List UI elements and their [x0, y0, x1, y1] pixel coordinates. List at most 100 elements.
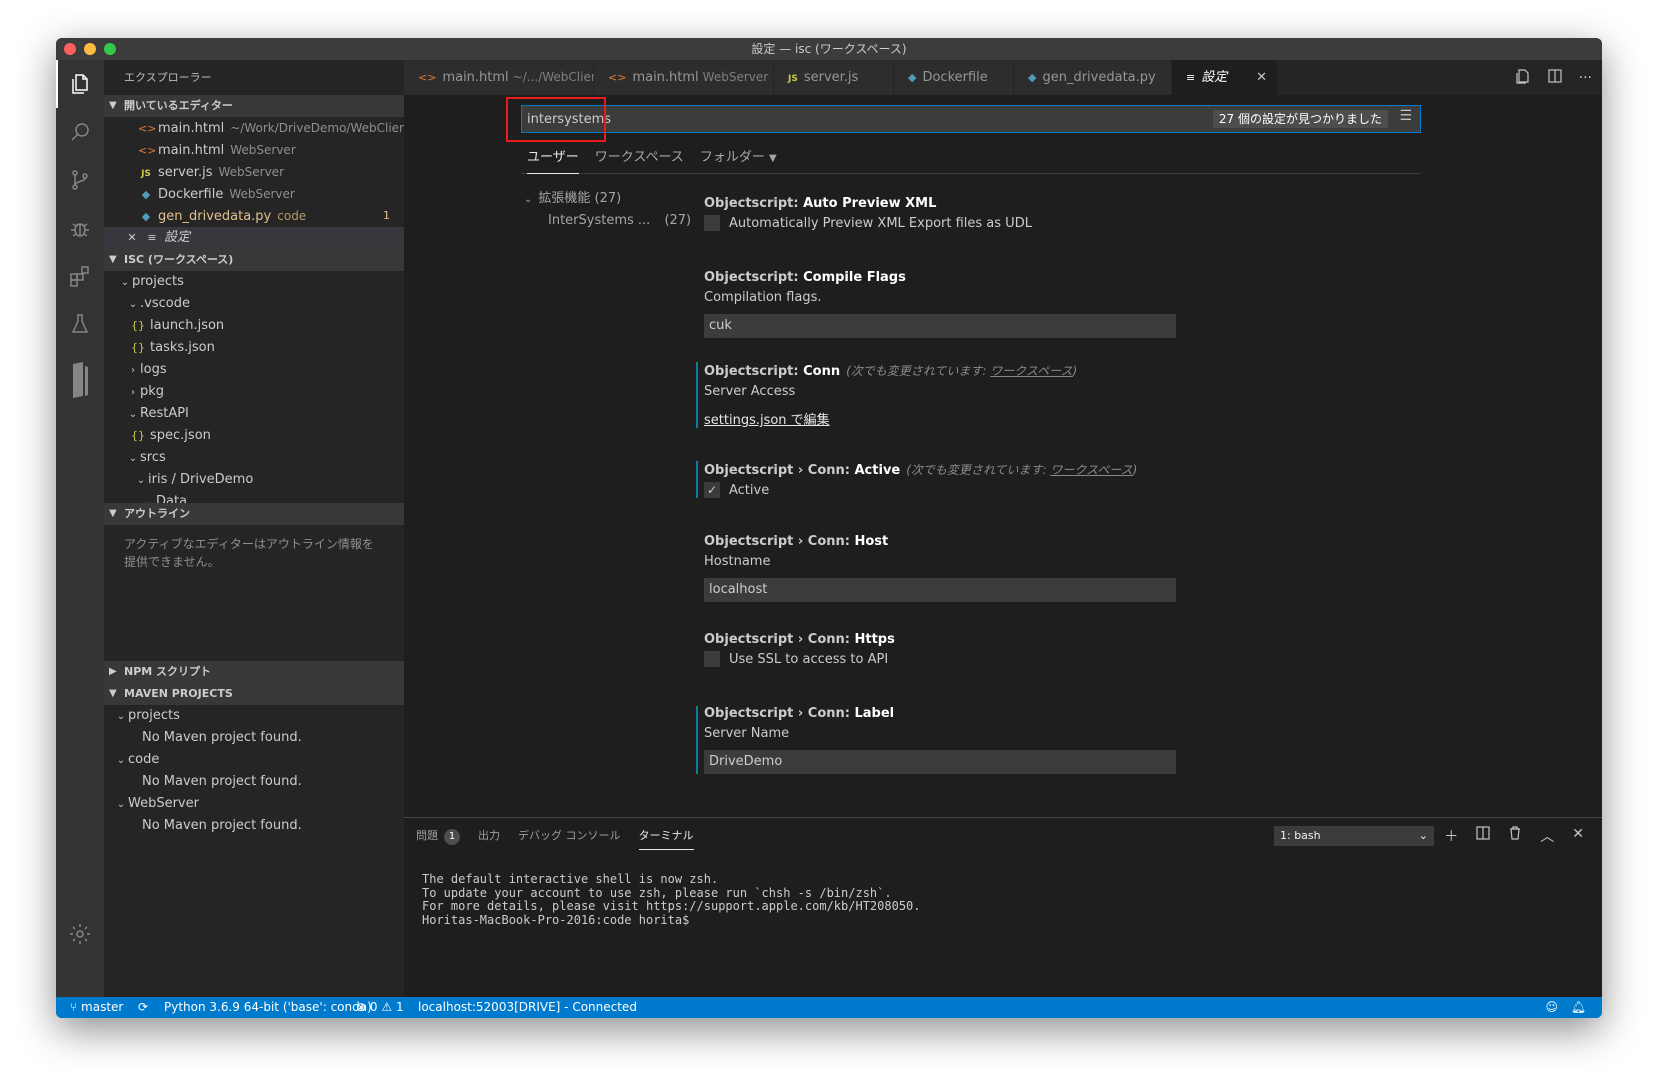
error-count: 0 — [369, 1000, 378, 1014]
setting-text-input[interactable]: cuk — [704, 314, 1176, 338]
workspace-header[interactable]: ▼ ISC (ワークスペース) — [104, 249, 404, 271]
maximize-window-button[interactable] — [104, 43, 116, 55]
setting-text-input[interactable]: DriveDemo — [704, 750, 1176, 774]
objectscript-connection[interactable]: localhost:52003[DRIVE] - Connected — [418, 997, 637, 1018]
tree-folder[interactable]: ⌄ .vscode — [104, 293, 404, 315]
open-editor-item[interactable]: <> main.html ~/Work/DriveDemo/WebClient — [104, 117, 404, 139]
tree-file[interactable]: {} tasks.json — [104, 337, 404, 359]
open-settings-json-icon[interactable] — [1515, 68, 1531, 88]
filter-icon[interactable]: ☰ — [1399, 108, 1412, 124]
scope-tab-user[interactable]: ユーザー — [527, 144, 579, 174]
objectscript-icon[interactable] — [56, 350, 104, 410]
setting-text-input[interactable]: localhost — [704, 578, 1176, 602]
tab-desc: ~/.../WebClient — [512, 70, 604, 84]
tree-folder[interactable]: ⌄ projects — [104, 271, 404, 293]
maven-message: No Maven project found. — [142, 818, 302, 833]
tree-folder[interactable]: ⌄ RestAPI — [104, 403, 404, 425]
setting-name: Label — [854, 706, 895, 721]
terminal-output[interactable]: The default interactive shell is now zsh… — [422, 872, 921, 927]
tree-folder[interactable]: › logs — [104, 359, 404, 381]
setting-name: Https — [854, 632, 895, 647]
setting-name: Compile Flags — [803, 270, 906, 285]
extensions-icon[interactable] — [56, 252, 104, 300]
setting-category: Objectscript: — [704, 364, 804, 379]
scope-tab-folder[interactable]: フォルダー ▼ — [700, 144, 777, 174]
notifications-bell-icon[interactable]: 🔔︎ — [1571, 997, 1586, 1018]
tree-folder[interactable]: › pkg — [104, 381, 404, 403]
tree-file[interactable]: {} spec.json — [104, 425, 404, 447]
toc-item-extensions[interactable]: ⌄ 拡張機能 (27) — [524, 188, 694, 210]
panel-tab-terminal[interactable]: ターミナル — [638, 822, 694, 850]
setting-title: Objectscript › Conn: Host — [704, 534, 1184, 549]
docker-icon: ◆ — [141, 188, 151, 201]
setting-description: Server Name — [704, 726, 790, 741]
file-desc: WebServer — [229, 187, 295, 201]
open-editor-item-active[interactable]: ✕ ≡ 設定 — [104, 227, 404, 249]
modified-text: (次でも変更されています: — [846, 364, 991, 378]
sync-icon[interactable]: ⟳ — [138, 997, 148, 1018]
test-icon[interactable] — [56, 300, 104, 348]
edit-in-settings-json-link[interactable]: settings.json で編集 — [704, 409, 1176, 428]
close-panel-icon[interactable]: ✕ — [1572, 826, 1584, 846]
tree-folder[interactable]: ⌄ iris / DriveDemo — [104, 469, 404, 491]
tree-folder[interactable]: ⌄ srcs — [104, 447, 404, 469]
source-control-icon[interactable] — [56, 156, 104, 204]
debug-icon[interactable] — [56, 204, 104, 252]
terminal-select[interactable]: 1: bash ⌄ — [1274, 826, 1434, 846]
search-icon[interactable] — [56, 108, 104, 156]
split-terminal-icon[interactable] — [1476, 826, 1490, 846]
maven-folder[interactable]: ⌄ projects — [104, 705, 404, 727]
tab-server-js[interactable]: JS server.js — [774, 60, 894, 95]
feedback-smiley-icon[interactable]: ☺ — [1545, 997, 1558, 1018]
checkbox-checked[interactable]: ✓ — [704, 482, 720, 498]
new-terminal-icon[interactable]: ＋ — [1444, 826, 1458, 846]
maven-folder[interactable]: ⌄ code — [104, 749, 404, 771]
panel-tab-output[interactable]: 出力 — [478, 822, 500, 850]
tab-dockerfile[interactable]: ◆ Dockerfile — [894, 60, 1014, 95]
open-editor-item[interactable]: <> main.html WebServer — [104, 139, 404, 161]
python-interpreter[interactable]: Python 3.6.9 64-bit ('base': conda) — [164, 997, 372, 1018]
checkbox[interactable] — [704, 651, 720, 667]
outline-header[interactable]: ▼ アウトライン — [104, 503, 404, 525]
maximize-panel-icon[interactable]: ︿ — [1540, 826, 1554, 846]
problems-status[interactable]: ⊗ 0 ⚠ 1 — [356, 997, 404, 1018]
close-icon[interactable]: ✕ — [124, 227, 140, 249]
settings-search-input[interactable] — [522, 106, 1122, 132]
open-editor-item[interactable]: JS server.js WebServer — [104, 161, 404, 183]
tree-folder[interactable]: ⌄ Data — [104, 491, 404, 503]
files-icon[interactable] — [56, 60, 104, 108]
npm-scripts-header[interactable]: ▶ NPM スクリプト — [104, 661, 404, 683]
modified-scope-link[interactable]: ワークスペース — [990, 364, 1072, 378]
gear-icon[interactable] — [56, 910, 104, 958]
terminal-line: To update your account to use zsh, pleas… — [422, 885, 892, 900]
tab-main-html-webserver[interactable]: <> main.html WebServer — [594, 60, 774, 95]
more-actions-icon[interactable]: ··· — [1579, 70, 1592, 86]
maven-projects-header[interactable]: ▼ MAVEN PROJECTS — [104, 683, 404, 705]
close-window-button[interactable] — [64, 43, 76, 55]
toc-count: (27) — [664, 213, 692, 228]
panel-tab-debug-console[interactable]: デバッグ コンソール — [518, 822, 621, 850]
branch-status[interactable]: ⑂ master — [70, 997, 123, 1018]
scope-tab-workspace[interactable]: ワークスペース — [595, 144, 684, 174]
split-editor-icon[interactable] — [1547, 68, 1563, 88]
trash-icon[interactable] — [1508, 826, 1522, 846]
tab-gen-drivedata-py[interactable]: ◆ gen_drivedata.py — [1014, 60, 1172, 95]
open-editors-header[interactable]: ▼ 開いているエディター — [104, 95, 404, 117]
file-label: main.html — [158, 143, 225, 158]
python-icon: ◆ — [1028, 71, 1037, 84]
minimize-window-button[interactable] — [84, 43, 96, 55]
panel-tab-problems[interactable]: 問題 1 — [416, 822, 460, 850]
open-editor-item[interactable]: ◆ gen_drivedata.py code 1 — [104, 205, 404, 227]
maven-folder[interactable]: ⌄ WebServer — [104, 793, 404, 815]
tab-main-html-webclient[interactable]: <> main.html ~/.../WebClient — [404, 60, 603, 95]
tree-file[interactable]: {} launch.json — [104, 315, 404, 337]
tab-label: 設定 — [1201, 70, 1228, 85]
toc-item-intersystems[interactable]: InterSystems ... (27) — [524, 210, 694, 232]
tab-settings[interactable]: ≡ 設定 ✕ — [1172, 60, 1278, 95]
open-editor-item[interactable]: ◆ Dockerfile WebServer — [104, 183, 404, 205]
checkbox[interactable] — [704, 215, 720, 231]
setting-conn: Objectscript: Conn (次でも変更されています: ワークスペース)… — [696, 362, 1176, 428]
close-icon[interactable]: ✕ — [1256, 60, 1267, 95]
modified-scope-link[interactable]: ワークスペース — [1050, 463, 1132, 477]
tree-label: iris / DriveDemo — [148, 472, 254, 487]
